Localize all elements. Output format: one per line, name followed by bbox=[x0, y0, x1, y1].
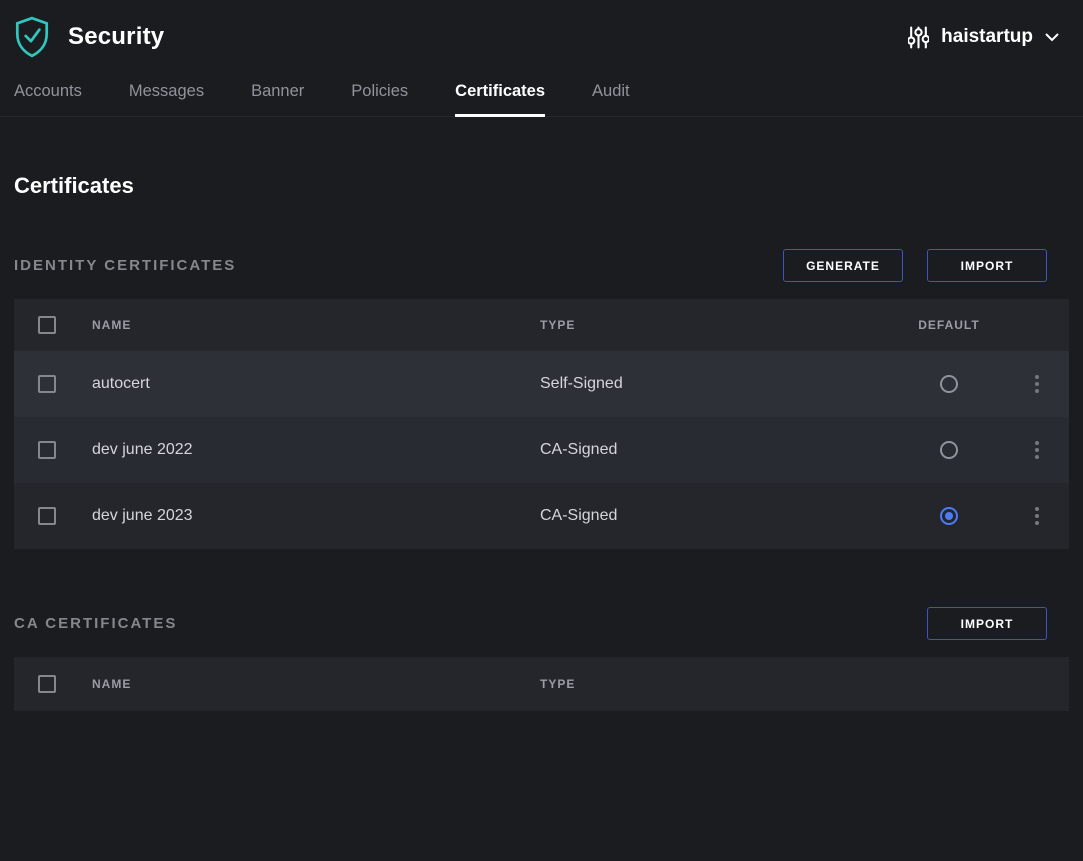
tab-certificates[interactable]: Certificates bbox=[455, 82, 545, 117]
account-menu[interactable]: haistartup bbox=[908, 26, 1059, 49]
tab-banner[interactable]: Banner bbox=[251, 82, 304, 117]
row-checkbox[interactable] bbox=[38, 375, 56, 393]
select-all-checkbox[interactable] bbox=[38, 316, 56, 334]
row-checkbox[interactable] bbox=[38, 507, 56, 525]
account-name: haistartup bbox=[941, 26, 1033, 48]
column-header-type: TYPE bbox=[540, 677, 1069, 691]
tab-bar: Accounts Messages Banner Policies Certif… bbox=[0, 70, 1083, 117]
ca-certificates-table: NAME TYPE bbox=[14, 657, 1069, 711]
row-menu-kebab-icon[interactable] bbox=[1027, 370, 1047, 398]
column-header-name: NAME bbox=[92, 677, 540, 691]
certificate-type: CA-Signed bbox=[540, 441, 894, 459]
tab-audit[interactable]: Audit bbox=[592, 82, 630, 117]
row-menu-kebab-icon[interactable] bbox=[1027, 502, 1047, 530]
certificate-type: CA-Signed bbox=[540, 507, 894, 525]
table-row: dev june 2022 CA-Signed bbox=[14, 417, 1069, 483]
tab-policies[interactable]: Policies bbox=[351, 82, 408, 117]
table-row: dev june 2023 CA-Signed bbox=[14, 483, 1069, 549]
ca-certificates-section-header: CA CERTIFICATES IMPORT bbox=[14, 607, 1069, 640]
app-header: Security haistartup bbox=[0, 0, 1083, 70]
sliders-icon bbox=[908, 26, 929, 49]
table-header-row: NAME TYPE DEFAULT bbox=[14, 299, 1069, 351]
default-radio[interactable] bbox=[940, 507, 958, 525]
identity-certificates-actions: GENERATE IMPORT bbox=[783, 249, 1047, 282]
ca-certificates-title: CA CERTIFICATES bbox=[14, 615, 177, 632]
import-identity-button[interactable]: IMPORT bbox=[927, 249, 1047, 282]
certificate-name: dev june 2022 bbox=[92, 441, 540, 459]
certificate-name: autocert bbox=[92, 375, 540, 393]
import-ca-button[interactable]: IMPORT bbox=[927, 607, 1047, 640]
chevron-down-icon bbox=[1045, 33, 1059, 42]
app-title: Security bbox=[68, 23, 164, 51]
tab-messages[interactable]: Messages bbox=[129, 82, 204, 117]
table-header-row: NAME TYPE bbox=[14, 657, 1069, 711]
certificate-name: dev june 2023 bbox=[92, 507, 540, 525]
row-checkbox[interactable] bbox=[38, 441, 56, 459]
generate-button[interactable]: GENERATE bbox=[783, 249, 903, 282]
app-brand: Security bbox=[14, 16, 164, 58]
column-header-type: TYPE bbox=[540, 318, 894, 332]
tab-accounts[interactable]: Accounts bbox=[14, 82, 82, 117]
identity-certificates-section-header: IDENTITY CERTIFICATES GENERATE IMPORT bbox=[14, 249, 1069, 282]
ca-certificates-actions: IMPORT bbox=[927, 607, 1047, 640]
certificate-type: Self-Signed bbox=[540, 375, 894, 393]
page-title: Certificates bbox=[14, 173, 1069, 199]
identity-certificates-table: NAME TYPE DEFAULT autocert Self-Signed d… bbox=[14, 299, 1069, 549]
default-radio[interactable] bbox=[940, 441, 958, 459]
column-header-name: NAME bbox=[92, 318, 540, 332]
table-row: autocert Self-Signed bbox=[14, 351, 1069, 417]
row-menu-kebab-icon[interactable] bbox=[1027, 436, 1047, 464]
column-header-default: DEFAULT bbox=[918, 318, 979, 332]
select-all-checkbox[interactable] bbox=[38, 675, 56, 693]
identity-certificates-title: IDENTITY CERTIFICATES bbox=[14, 257, 236, 274]
shield-check-icon bbox=[14, 16, 50, 58]
default-radio[interactable] bbox=[940, 375, 958, 393]
